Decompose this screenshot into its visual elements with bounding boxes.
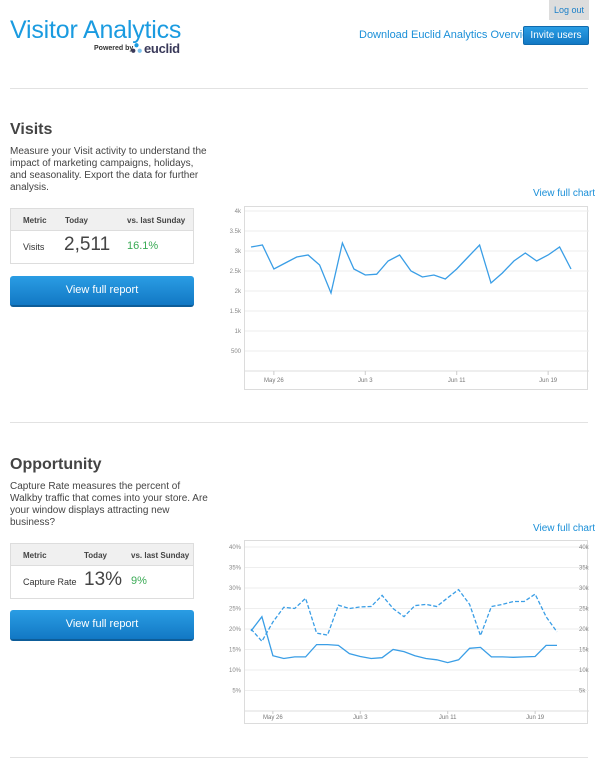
capture-rate-series-line	[250, 615, 557, 664]
visits-title: Visits	[10, 121, 53, 138]
y-left-tick-label: 5%	[232, 689, 241, 695]
y-tick-label: 3k	[235, 249, 242, 255]
x-tick-label: Jun 11	[448, 378, 466, 384]
y-left-tick-label: 10%	[229, 668, 242, 674]
y-tick-label: 1k	[235, 329, 242, 335]
visits-metric-table: Metric Today vs. last Sunday Visits 2,51…	[10, 208, 194, 264]
powered-by-label: Powered by	[94, 45, 134, 52]
vs-column-header: vs. last Sunday	[131, 551, 190, 560]
y-left-tick-label: 40%	[229, 545, 242, 551]
y-right-tick-label: 40k	[579, 545, 590, 551]
opportunity-description: Capture Rate measures the percent of Wal…	[10, 481, 208, 528]
metric-table-row: Visits 2,511 16.1%	[11, 231, 193, 263]
x-tick-label: Jun 19	[526, 715, 545, 721]
y-left-tick-label: 35%	[229, 566, 242, 572]
opportunity-view-full-report-button[interactable]: View full report	[10, 610, 194, 641]
visits-chart-svg: 500 1k 1.5k 2k 2.5k 3k 3.5k 4k May 26 Jun 3 Jun 11…	[230, 209, 589, 384]
visits-chart: 500 1k 1.5k 2k 2.5k 3k 3.5k 4k May 26 Jun 3 Jun 11…	[230, 206, 589, 390]
y-right-tick-label: 35k	[579, 566, 590, 572]
metric-column-header: Metric	[23, 551, 47, 560]
vs-column-header: vs. last Sunday	[127, 216, 186, 225]
header-divider	[10, 88, 588, 89]
y-left-tick-label: 15%	[229, 648, 242, 654]
opportunity-title: Opportunity	[10, 456, 102, 473]
logout-button[interactable]: Log out	[549, 0, 589, 20]
metric-table-header: Metric Today vs. last Sunday	[11, 209, 193, 231]
y-right-tick-label: 5k	[579, 689, 586, 695]
metric-table-header: Metric Today vs. last Sunday	[11, 544, 193, 566]
opportunity-chart: 5% 10% 15% 20% 25% 30% 35% 40% 5k 10k 15k 20k 25k 30k…	[229, 540, 590, 724]
metric-name: Capture Rate	[23, 577, 77, 587]
metric-column-header: Metric	[23, 216, 47, 225]
y-left-tick-label: 30%	[229, 586, 242, 592]
section-divider	[10, 422, 588, 423]
x-tick-label: Jun 3	[353, 715, 368, 721]
metric-name: Visits	[23, 242, 45, 252]
invite-users-button[interactable]: Invite users	[523, 26, 589, 45]
y-tick-label: 2k	[235, 289, 242, 295]
y-right-tick-label: 30k	[579, 586, 590, 592]
today-column-header: Today	[65, 216, 88, 225]
metric-today-value: 13%	[84, 569, 123, 590]
metric-table-row: Capture Rate 13% 9%	[11, 566, 193, 598]
x-tick-label: Jun 3	[358, 378, 373, 384]
y-tick-label: 2.5k	[230, 269, 242, 275]
visits-view-full-chart-link[interactable]: View full chart	[533, 188, 595, 199]
x-tick-label: Jun 11	[439, 715, 457, 721]
section-divider	[10, 757, 588, 758]
x-tick-label: May 26	[264, 378, 284, 384]
opportunity-metric-table: Metric Today vs. last Sunday Capture Rat…	[10, 543, 194, 599]
y-tick-label: 1.5k	[230, 309, 242, 315]
y-left-tick-label: 25%	[229, 607, 242, 613]
euclid-mark-icon	[131, 43, 142, 53]
brand-name: euclid	[144, 41, 180, 56]
download-overview-link[interactable]: Download Euclid Analytics Overview	[359, 29, 536, 41]
opportunity-view-full-chart-link[interactable]: View full chart	[533, 523, 595, 534]
y-right-tick-label: 10k	[579, 668, 590, 674]
walkby-series-line	[250, 588, 558, 643]
visits-view-full-report-button[interactable]: View full report	[10, 276, 194, 307]
y-right-tick-label: 20k	[579, 627, 590, 633]
opportunity-chart-svg: 5% 10% 15% 20% 25% 30% 35% 40% 5k 10k 15k 20k 25k 30k…	[229, 545, 590, 721]
y-tick-label: 4k	[235, 209, 242, 215]
y-tick-label: 3.5k	[230, 229, 242, 235]
metric-change-value: 16.1%	[127, 240, 159, 252]
euclid-logo: euclid	[131, 41, 180, 56]
x-tick-label: Jun 19	[539, 378, 558, 384]
visits-description: Measure your Visit activity to understan…	[10, 146, 207, 193]
y-tick-label: 500	[231, 349, 242, 355]
x-tick-label: May 26	[263, 715, 283, 721]
y-right-tick-label: 25k	[579, 607, 590, 613]
y-right-tick-label: 15k	[579, 648, 590, 654]
metric-change-value: 9%	[131, 575, 147, 587]
today-column-header: Today	[84, 551, 107, 560]
metric-today-value: 2,511	[64, 234, 111, 255]
y-left-tick-label: 20%	[229, 627, 242, 633]
